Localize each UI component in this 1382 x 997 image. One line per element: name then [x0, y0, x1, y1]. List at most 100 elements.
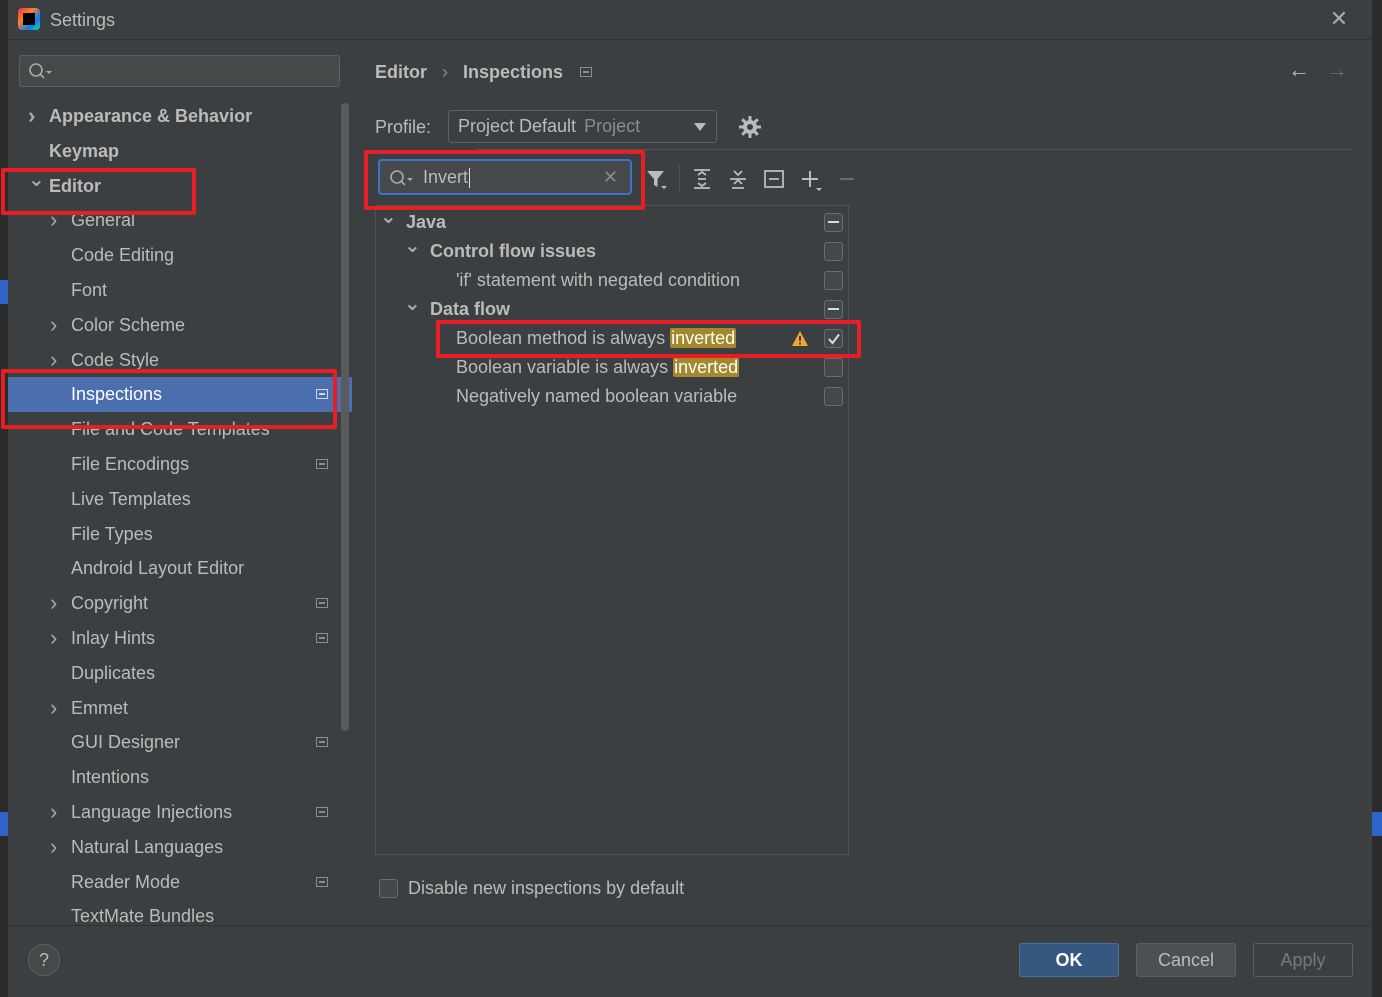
intellij-logo-icon — [18, 8, 40, 30]
inspection-checkbox[interactable] — [824, 329, 843, 348]
search-match-highlight: inverted — [673, 357, 740, 377]
sidebar-item-label: Inspections — [71, 384, 163, 405]
collapse-all-icon[interactable] — [726, 167, 750, 191]
sidebar-item-label: Font — [71, 279, 108, 300]
expand-all-icon[interactable] — [690, 167, 714, 191]
chevron-right-icon[interactable]: › — [50, 308, 57, 343]
settings-sidebar: › Appearance & Behavior Keymap ⌄ Editor › Gene… — [8, 41, 352, 925]
chevron-right-icon[interactable]: › — [50, 795, 57, 830]
inspection-filter-input[interactable]: Invert ✕ — [378, 159, 632, 195]
settings-tree: › Appearance & Behavior Keymap ⌄ Editor › Gene… — [8, 99, 352, 925]
sidebar-item-label: Live Templates — [71, 488, 191, 509]
inspection-row-control-flow-issues[interactable]: ⌄ Control flow issues — [376, 235, 848, 266]
inspection-row-if-statement-with-negated-condition[interactable]: 'if' statement with negated condition — [376, 266, 848, 295]
sidebar-item-label: Color Scheme — [71, 314, 186, 335]
window-title: Settings — [50, 10, 116, 30]
sidebar-item-label: Language Injections — [71, 801, 233, 822]
inspections-tree: ⌄ Java ⌄ Control flow issues'if' statement … — [375, 205, 849, 855]
ok-button[interactable]: OK — [1019, 943, 1119, 977]
chevron-right-icon[interactable]: › — [50, 691, 57, 726]
reset-icon[interactable] — [762, 167, 786, 191]
inspection-checkbox[interactable] — [824, 213, 843, 232]
inspection-checkbox[interactable] — [824, 271, 843, 290]
profile-dropdown[interactable]: Project Default Project — [448, 110, 717, 143]
chevron-down-icon[interactable]: ⌄ — [380, 203, 397, 232]
sidebar-item-label: Appearance & Behavior — [49, 106, 253, 126]
profile-scope: Project — [584, 116, 641, 136]
inspection-checkbox[interactable] — [824, 358, 843, 377]
sidebar-item-label: Editor — [49, 175, 101, 196]
inspection-row-boolean-method-is-always-inverted[interactable]: Boolean method is always inverted — [376, 324, 848, 353]
sidebar-item-natural-languages[interactable]: › Natural Languages — [8, 830, 352, 865]
project-level-icon — [580, 67, 593, 78]
sidebar-item-file-types[interactable]: File Types — [8, 517, 352, 552]
sidebar-item-reader-mode[interactable]: Reader Mode — [8, 865, 352, 900]
sidebar-item-color-scheme[interactable]: › Color Scheme — [8, 308, 352, 343]
sidebar-item-general[interactable]: › General — [8, 203, 352, 238]
inspection-row-data-flow[interactable]: ⌄ Data flow — [376, 293, 848, 324]
background-window-edge-right — [1372, 0, 1382, 997]
inspections-panel: Editor › Inspections ← → Profile: Projec… — [352, 41, 1372, 925]
cancel-button[interactable]: Cancel — [1136, 943, 1236, 977]
inspection-row-java[interactable]: ⌄ Java — [376, 206, 848, 237]
chevron-down-icon[interactable]: ⌄ — [28, 163, 45, 198]
chevron-right-icon[interactable]: › — [50, 586, 57, 621]
apply-button[interactable]: Apply — [1253, 943, 1353, 977]
inspection-row-boolean-variable-is-always-inverted[interactable]: Boolean variable is always inverted — [376, 353, 848, 382]
breadcrumb: Editor › Inspections — [375, 61, 593, 83]
sidebar-item-label: Copyright — [71, 593, 149, 614]
sidebar-item-emmet[interactable]: › Emmet — [8, 691, 352, 726]
sidebar-item-code-editing[interactable]: Code Editing — [8, 238, 352, 273]
back-arrow-icon[interactable]: ← — [1288, 57, 1310, 83]
sidebar-item-duplicates[interactable]: Duplicates — [8, 656, 352, 691]
chevron-down-icon[interactable]: ⌄ — [404, 232, 421, 261]
chevron-down-icon[interactable]: ⌄ — [404, 290, 421, 319]
sidebar-item-label: Emmet — [71, 697, 129, 718]
help-button[interactable]: ? — [28, 944, 60, 976]
toolbar-separator — [679, 165, 680, 191]
title-bar: Settings ✕ — [8, 0, 1372, 40]
sidebar-item-inlay-hints[interactable]: › Inlay Hints — [8, 621, 352, 656]
sidebar-search-input[interactable] — [19, 55, 340, 87]
chevron-right-icon[interactable]: › — [50, 203, 57, 238]
sidebar-item-appearance-behavior[interactable]: › Appearance & Behavior — [8, 99, 352, 134]
sidebar-item-gui-designer[interactable]: GUI Designer — [8, 725, 352, 760]
project-level-icon — [316, 458, 328, 469]
sidebar-item-android-layout-editor[interactable]: Android Layout Editor — [8, 551, 352, 586]
sidebar-item-textmate-bundles[interactable]: TextMate Bundles — [8, 899, 352, 925]
breadcrumb-editor[interactable]: Editor — [375, 62, 427, 83]
gear-icon[interactable] — [738, 115, 762, 139]
sidebar-item-inspections[interactable]: Inspections — [8, 377, 352, 413]
sidebar-item-font[interactable]: Font — [8, 273, 352, 308]
inspection-checkbox[interactable] — [824, 387, 843, 406]
search-match-highlight: inverted — [670, 328, 737, 348]
filter-icon[interactable] — [644, 167, 668, 191]
chevron-right-icon[interactable]: › — [28, 99, 35, 134]
close-icon[interactable]: ✕ — [1328, 8, 1350, 30]
sidebar-item-keymap[interactable]: Keymap — [8, 134, 352, 169]
sidebar-item-language-injections[interactable]: › Language Injections — [8, 795, 352, 830]
sidebar-item-file-encodings[interactable]: File Encodings — [8, 447, 352, 482]
inspection-checkbox[interactable] — [824, 300, 843, 319]
sidebar-item-label: General — [71, 210, 136, 231]
sidebar-scrollbar[interactable] — [341, 103, 349, 731]
sidebar-item-file-and-code-templates[interactable]: File and Code Templates — [8, 412, 352, 447]
remove-icon[interactable] — [835, 167, 859, 191]
sidebar-item-editor[interactable]: ⌄ Editor — [8, 169, 352, 204]
disable-new-inspections-checkbox[interactable] — [379, 879, 398, 898]
inspection-checkbox[interactable] — [824, 242, 843, 261]
sidebar-item-intentions[interactable]: Intentions — [8, 760, 352, 795]
add-icon[interactable] — [799, 167, 823, 191]
sidebar-item-copyright[interactable]: › Copyright — [8, 586, 352, 621]
sidebar-item-live-templates[interactable]: Live Templates — [8, 482, 352, 517]
chevron-right-icon[interactable]: › — [50, 830, 57, 865]
chevron-right-icon[interactable]: › — [50, 621, 57, 656]
sidebar-item-code-style[interactable]: › Code Style — [8, 343, 352, 378]
inspection-row-negatively-named-boolean-variable[interactable]: Negatively named boolean variable — [376, 382, 848, 411]
clear-icon[interactable]: ✕ — [603, 167, 618, 188]
chevron-right-icon[interactable]: › — [50, 343, 57, 378]
sidebar-item-label: Natural Languages — [71, 836, 224, 857]
project-level-icon — [316, 389, 328, 400]
sidebar-item-label: File Types — [71, 523, 153, 544]
forward-arrow-icon[interactable]: → — [1326, 57, 1348, 83]
